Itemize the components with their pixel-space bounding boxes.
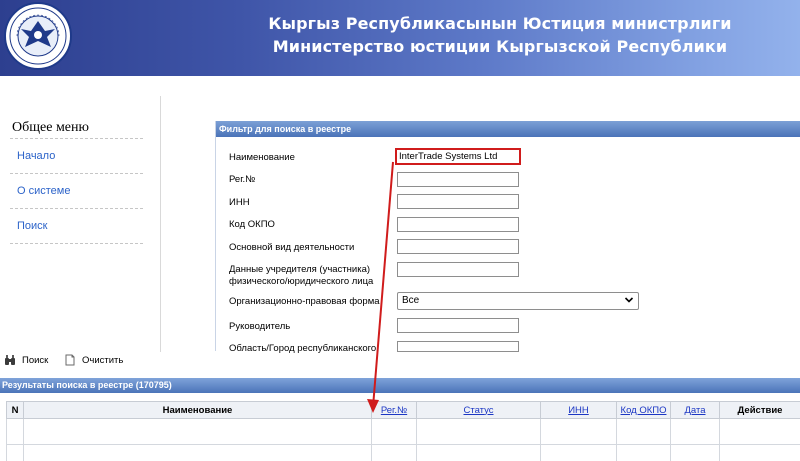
table-cell — [416, 418, 541, 445]
site-header: Кыргыз Республикасынын Юстиция министрли… — [0, 0, 800, 76]
col-reg-no[interactable]: Рег.№ — [371, 401, 417, 419]
page: Кыргыз Республикасынын Юстиция министрли… — [0, 0, 800, 461]
sidebar-item-search[interactable]: Поиск — [17, 220, 47, 232]
sidebar-item-home[interactable]: Начало — [17, 150, 55, 162]
legal-form-value: Все — [402, 295, 420, 306]
search-button[interactable]: Поиск — [22, 355, 48, 366]
inn-input[interactable] — [397, 194, 519, 209]
divider — [10, 138, 143, 139]
filter-panel-title: Фильтр для поиска в реестре — [216, 121, 800, 137]
label-legal-form: Организационно-правовая форма — [229, 296, 380, 307]
table-cell — [540, 444, 617, 461]
col-number: N — [6, 401, 24, 419]
chevron-down-icon — [624, 297, 634, 303]
table-cell — [23, 418, 372, 445]
legal-form-select[interactable]: Все — [397, 292, 639, 310]
table-cell — [719, 444, 800, 461]
divider — [10, 173, 143, 174]
reg-no-input[interactable] — [397, 172, 519, 187]
ministry-emblem-icon — [4, 2, 72, 70]
table-cell — [416, 444, 541, 461]
founder-input[interactable] — [397, 262, 519, 277]
name-input[interactable] — [395, 148, 521, 165]
clear-button[interactable]: Очистить — [82, 355, 123, 366]
table-cell — [6, 444, 24, 461]
region-input[interactable] — [397, 341, 519, 352]
col-action: Действие — [719, 401, 800, 419]
results-header-row: N Наименование Рег.№ Статус ИНН Код ОКПО… — [6, 401, 800, 419]
table-cell — [670, 444, 720, 461]
label-reg-no: Рег.№ — [229, 174, 256, 185]
vertical-divider — [160, 96, 161, 352]
label-director: Руководитель — [229, 321, 291, 332]
activity-input[interactable] — [397, 239, 519, 254]
binoculars-icon[interactable] — [4, 354, 16, 366]
table-cell — [616, 444, 671, 461]
table-cell — [670, 418, 720, 445]
col-date[interactable]: Дата — [670, 401, 720, 419]
table-row — [6, 418, 800, 445]
results-table: N Наименование Рег.№ Статус ИНН Код ОКПО… — [6, 401, 800, 461]
table-cell — [540, 418, 617, 445]
col-name: Наименование — [23, 401, 372, 419]
director-input[interactable] — [397, 318, 519, 333]
col-status[interactable]: Статус — [416, 401, 541, 419]
header-title-kg: Кыргыз Республикасынын Юстиция министрли… — [268, 14, 732, 33]
okpo-input[interactable] — [397, 217, 519, 232]
document-icon[interactable] — [64, 354, 76, 366]
table-row — [6, 444, 800, 461]
toolbar: Поиск Очистить — [0, 352, 800, 372]
table-cell — [719, 418, 800, 445]
col-okpo[interactable]: Код ОКПО — [616, 401, 671, 419]
sidebar-item-about[interactable]: О системе — [17, 185, 70, 197]
label-founder: Данные учредителя (участника) физическог… — [229, 264, 374, 287]
table-cell — [23, 444, 372, 461]
divider — [10, 243, 143, 244]
sidebar-heading: Общее меню — [12, 120, 89, 135]
label-activity: Основной вид деятельности — [229, 242, 355, 253]
label-okpo: Код ОКПО — [229, 219, 275, 230]
results-title: Результаты поиска в реестре (170795) — [0, 378, 800, 393]
table-cell — [616, 418, 671, 445]
header-title-ru: Министерство юстиции Кыргызской Республи… — [272, 37, 728, 56]
label-inn: ИНН — [229, 197, 250, 208]
label-name: Наименование — [229, 152, 295, 163]
table-cell — [371, 444, 417, 461]
table-cell — [6, 418, 24, 445]
divider — [10, 208, 143, 209]
table-cell — [371, 418, 417, 445]
col-inn[interactable]: ИНН — [540, 401, 617, 419]
